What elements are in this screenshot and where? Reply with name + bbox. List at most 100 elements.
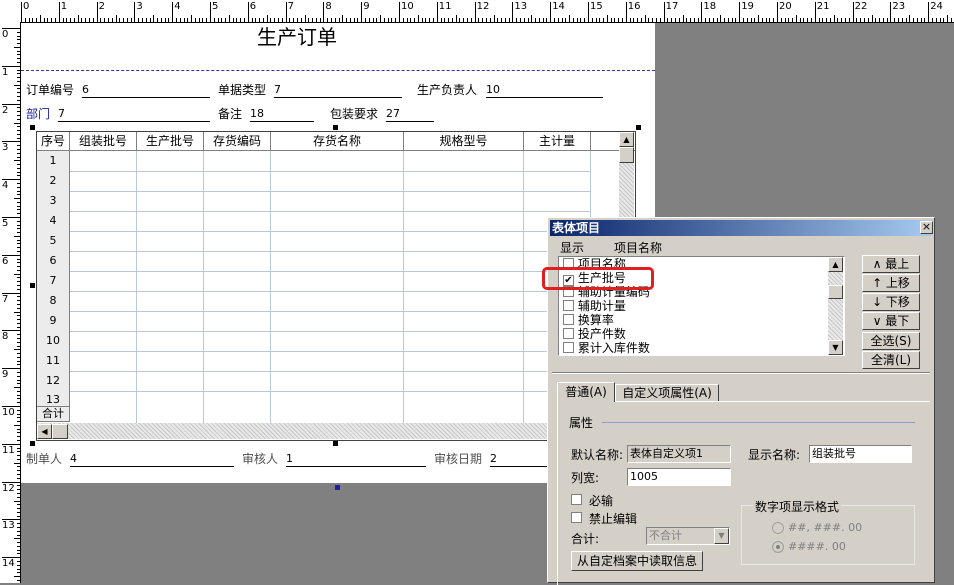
ruler-tick — [164, 18, 166, 22]
item-checkbox[interactable] — [563, 328, 574, 339]
list-item[interactable]: 辅助计量 — [563, 299, 626, 313]
dept-value[interactable]: 7 — [58, 107, 210, 122]
row-header[interactable]: 12 — [37, 371, 70, 392]
ruler-number: 24 — [930, 1, 943, 12]
ruler-tick — [308, 18, 310, 22]
scroll-thumb[interactable] — [619, 147, 634, 163]
tab-general[interactable]: 普通(A) — [557, 382, 615, 402]
resize-handle[interactable] — [333, 441, 338, 446]
row-header[interactable]: 5 — [37, 231, 70, 252]
read-from-archive-button[interactable]: 从自定档案中读取信息 — [571, 551, 703, 571]
order-no-value[interactable]: 6 — [82, 83, 210, 98]
col-header-item-name[interactable]: 存货名称 — [271, 132, 404, 151]
col-header-spec[interactable]: 规格型号 — [404, 132, 524, 151]
move-top-button[interactable]: ∧ 最上 — [862, 255, 920, 273]
disable-edit-checkbox[interactable] — [571, 512, 582, 523]
order-no-label[interactable]: 订单编号 — [26, 83, 74, 97]
row-header[interactable]: 13 — [37, 391, 70, 407]
radio-format-1[interactable] — [772, 522, 784, 534]
report-title[interactable]: 生产订单 — [257, 25, 337, 49]
resize-handle[interactable] — [335, 485, 340, 490]
select-all-button[interactable]: 全选(S) — [862, 332, 920, 350]
resize-handle[interactable] — [30, 441, 35, 446]
col-header-item-code[interactable]: 存货编码 — [204, 132, 271, 151]
row-header[interactable]: 9 — [37, 311, 70, 332]
remark-label[interactable]: 备注 — [218, 107, 242, 121]
remark-value[interactable]: 18 — [250, 107, 314, 122]
scroll-thumb[interactable] — [828, 285, 843, 299]
pack-label[interactable]: 包装要求 — [330, 107, 378, 121]
scroll-up-button[interactable]: ▲ — [828, 257, 843, 272]
resize-handle[interactable] — [30, 125, 35, 130]
move-bottom-button[interactable]: ∨ 最下 — [862, 312, 920, 330]
chevron-down-icon[interactable]: ▼ — [714, 528, 729, 544]
clear-all-button[interactable]: 全清(L) — [862, 351, 920, 369]
grid-hscroll[interactable] — [37, 423, 619, 439]
col-header-seq[interactable]: 序号 — [37, 132, 70, 151]
display-name-input[interactable]: 组装批号 — [809, 445, 912, 463]
pack-value[interactable]: 27 — [386, 107, 434, 122]
resize-handle[interactable] — [333, 125, 338, 130]
move-up-button[interactable]: ↑ 上移 — [862, 274, 920, 292]
body-items-dialog[interactable]: 表体项目 × 显示 项目名称 项目名称 ✔ 生产批号 辅助计量编码 辅助计量 换… — [542, 217, 935, 585]
ruler-tick — [32, 18, 34, 22]
row-header[interactable]: 3 — [37, 191, 70, 212]
move-down-button[interactable]: ↓ 下移 — [862, 293, 920, 311]
review-date-label[interactable]: 审核日期 — [434, 452, 482, 466]
row-header[interactable]: 10 — [37, 331, 70, 352]
col-header-production-batch[interactable]: 生产批号 — [137, 132, 204, 151]
ruler-tick — [338, 18, 340, 22]
ruler-tick — [14, 235, 20, 237]
reviewer-label[interactable]: 审核人 — [242, 452, 278, 466]
dialog-title-bar[interactable]: 表体项目 — [550, 220, 932, 236]
doc-type-value[interactable]: 7 — [274, 83, 402, 98]
ruler-tick — [353, 18, 355, 22]
col-header-assembly-batch[interactable]: 组装批号 — [70, 132, 137, 151]
row-header[interactable]: 1 — [37, 151, 70, 172]
required-checkbox[interactable] — [571, 494, 582, 505]
resize-handle[interactable] — [636, 125, 641, 130]
ruler-tick — [100, 18, 102, 22]
list-item[interactable]: 换算率 — [563, 313, 614, 327]
row-header[interactable]: 7 — [37, 271, 70, 292]
scroll-down-button[interactable]: ▼ — [828, 340, 843, 355]
manager-value[interactable]: 10 — [486, 83, 603, 98]
manager-label[interactable]: 生产负责人 — [417, 83, 477, 97]
review-date-value[interactable]: 2 — [490, 452, 550, 467]
item-checkbox[interactable] — [563, 300, 574, 311]
ruler-tick — [17, 262, 20, 264]
scroll-thumb[interactable] — [52, 424, 68, 439]
ruler-tick — [463, 18, 465, 22]
tab-custom-props[interactable]: 自定义项属性(A) — [615, 384, 719, 402]
row-header[interactable]: 6 — [37, 251, 70, 272]
ruler-number: 8 — [325, 1, 332, 12]
list-item[interactable]: 投产件数 — [563, 327, 626, 341]
row-header[interactable]: 2 — [37, 171, 70, 192]
maker-value[interactable]: 4 — [70, 452, 234, 467]
radio-format-2[interactable] — [772, 541, 784, 553]
ruler-tick — [17, 258, 20, 260]
ruler-tick — [202, 18, 204, 22]
close-icon[interactable]: × — [920, 221, 933, 234]
item-checkbox[interactable] — [563, 314, 574, 325]
item-checkbox[interactable] — [563, 342, 574, 353]
scroll-left-button[interactable]: ◀ — [37, 424, 52, 439]
dept-label[interactable]: 部门 — [26, 107, 50, 121]
list-item[interactable]: 累计入库件数 — [563, 341, 650, 355]
row-header[interactable]: 4 — [37, 211, 70, 232]
ruler-tick — [17, 474, 20, 476]
row-header[interactable]: 11 — [37, 351, 70, 372]
maker-label[interactable]: 制单人 — [26, 452, 62, 466]
scroll-up-button[interactable]: ▲ — [619, 132, 634, 147]
ruler-tick — [17, 379, 20, 381]
ruler-number: 3 — [2, 142, 9, 154]
doc-type-label[interactable]: 单据类型 — [218, 83, 266, 97]
ruler-tick — [55, 18, 57, 22]
ruler-tick — [622, 18, 624, 22]
width-input[interactable]: 1005 — [627, 468, 731, 486]
reviewer-value[interactable]: 1 — [286, 452, 426, 467]
col-header-unit[interactable]: 主计量 — [524, 132, 591, 151]
row-header[interactable]: 8 — [37, 291, 70, 312]
resize-handle[interactable] — [30, 283, 35, 288]
ruler-tick — [17, 413, 20, 415]
